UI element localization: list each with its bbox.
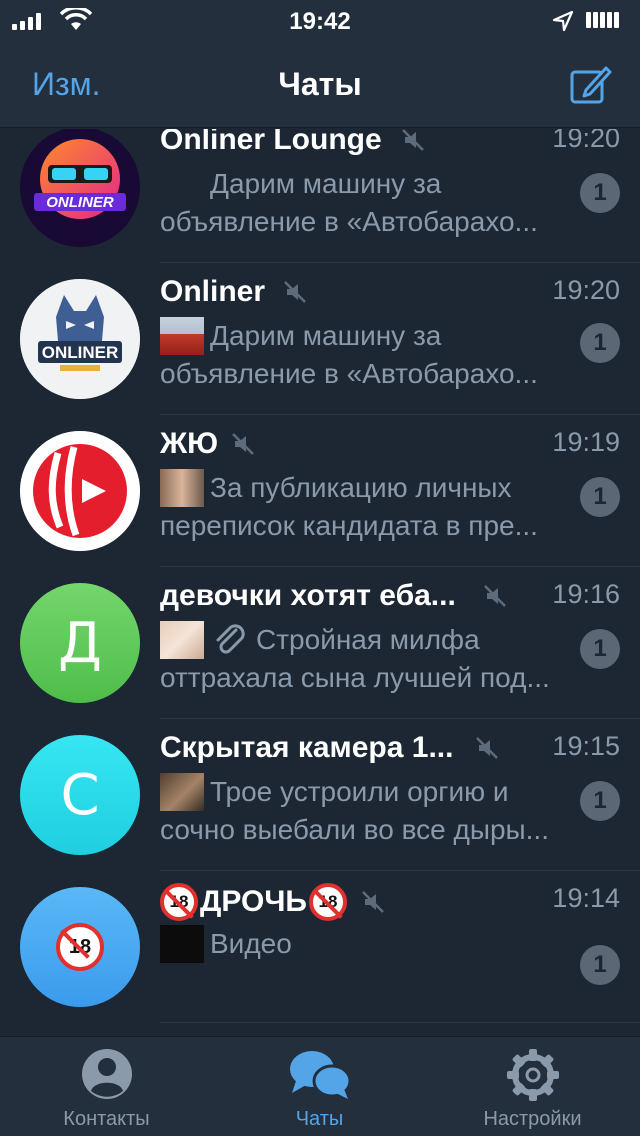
muted-icon [362,891,384,913]
unread-badge: 1 [580,629,620,669]
chat-name: девочки хотят еба... [160,579,456,612]
preview-line-1: За публикацию личных [210,472,512,503]
preview-line-2: объявление в «Автобарахо... [160,206,538,237]
tab-bar: Контакты Чаты Настройки [0,1036,640,1136]
chat-avatar: ONLINER [20,279,140,399]
preview-line-1: Дарим машину за [210,320,442,351]
preview-line-2: переписок кандидата в пре... [160,510,538,541]
chat-avatar: Д [20,583,140,703]
avatar-letter: С [60,762,100,828]
svg-text:ONLINER: ONLINER [46,194,114,211]
zhyu-logo [20,431,140,551]
chat-list: ONLINER Onliner Lounge 19:20 Дарим машин… [0,129,640,1036]
chat-avatar: 18 [20,887,140,1007]
18-plus-icon: 18 [160,883,198,921]
preview-thumbnail [160,925,204,963]
muted-icon [484,585,506,607]
chat-avatar: ONLINER [20,129,140,247]
tab-label: Настройки [483,1108,582,1130]
chat-time: 19:16 [552,579,620,609]
chat-preview: Дарим машину за объявление в «Автобарахо… [160,165,570,241]
chat-row[interactable]: С Скрытая камера 1... 19:15 Трое устроил… [0,719,640,871]
unread-badge: 1 [580,323,620,363]
preview-thumbnail [160,621,204,659]
chat-time: 19:14 [552,883,620,913]
preview-line-2: оттрахала сына лучшей под... [160,662,550,693]
muted-icon [476,737,498,759]
chat-avatar: С [20,735,140,855]
onliner-lounge-logo: ONLINER [20,129,140,247]
chat-preview: За публикацию личных переписок кандидата… [160,469,570,545]
tab-chats[interactable]: Чаты [213,1037,426,1136]
chat-row[interactable]: ONLINER Onliner 19:20 Дарим машину за об… [0,263,640,415]
chat-name: 18 ДРОЧЬ 18 [160,883,347,921]
person-icon [81,1049,132,1099]
chat-name: Onliner [160,275,266,308]
chat-avatar [20,431,140,551]
preview-line-1: Стройная милфа [256,624,480,655]
chat-time: 19:19 [552,427,620,457]
muted-icon [284,281,306,303]
chat-name: ЖЮ [160,427,219,460]
chat-time: 19:15 [552,731,620,761]
navigation-bar: Изм. Чаты [0,44,640,128]
muted-icon [402,129,424,151]
paperclip-icon [216,624,245,654]
status-time: 19:42 [289,8,351,35]
chat-time: 19:20 [552,129,620,153]
status-bar: 19:42 [0,0,640,44]
onliner-cat-logo: ONLINER [20,279,140,399]
edit-button[interactable]: Изм. [32,66,101,103]
chats-icon [289,1051,351,1099]
preview-line-1: Видео [210,928,292,959]
preview-thumbnail [160,469,204,507]
chat-row[interactable]: ONLINER Onliner Lounge 19:20 Дарим машин… [0,129,640,263]
muted-icon [232,433,254,455]
chat-preview: Стройная милфа оттрахала сына лучшей под… [160,621,570,697]
preview-line-1: Дарим машину за [210,168,442,199]
18-plus-icon: 18 [56,923,104,971]
tab-label: Контакты [63,1108,150,1130]
chat-name: Скрытая камера 1... [160,731,454,764]
chat-name-text: ДРОЧЬ [200,885,307,918]
chat-time: 19:20 [552,275,620,305]
preview-thumbnail [160,773,204,811]
unread-badge: 1 [580,477,620,517]
svg-text:ONLINER: ONLINER [42,343,119,362]
chat-preview: Видео [160,925,570,1001]
unread-badge: 1 [580,781,620,821]
preview-thumbnail [160,317,204,355]
chat-row[interactable]: Д девочки хотят еба... 19:16 Стройная ми… [0,567,640,719]
tab-label: Чаты [295,1108,344,1130]
tab-contacts[interactable]: Контакты [0,1037,213,1136]
chat-row[interactable]: 18 18 ДРОЧЬ 18 19:14 Видео 1 [0,871,640,1023]
18-plus-icon: 18 [308,883,347,921]
location-arrow-icon [552,10,574,32]
unread-badge: 1 [580,945,620,985]
preview-line-2: сочно выебали во все дыры... [160,814,549,845]
unread-badge: 1 [580,173,620,213]
chat-row[interactable]: ЖЮ 19:19 За публикацию личных переписок … [0,415,640,567]
compose-icon[interactable] [566,62,614,110]
chat-preview: Дарим машину за объявление в «Автобарахо… [160,317,570,393]
gear-icon [506,1049,559,1101]
avatar-letter: Д [58,610,102,676]
battery-icon [586,12,619,28]
chat-name: Onliner Lounge [160,129,382,156]
preview-line-2: объявление в «Автобарахо... [160,358,538,389]
tab-settings[interactable]: Настройки [426,1037,639,1136]
chat-row[interactable] [0,1023,640,1036]
preview-thumbnail [160,165,204,203]
chat-preview: Трое устроили оргию и сочно выебали во в… [160,773,570,849]
preview-line-1: Трое устроили оргию и [210,776,509,807]
